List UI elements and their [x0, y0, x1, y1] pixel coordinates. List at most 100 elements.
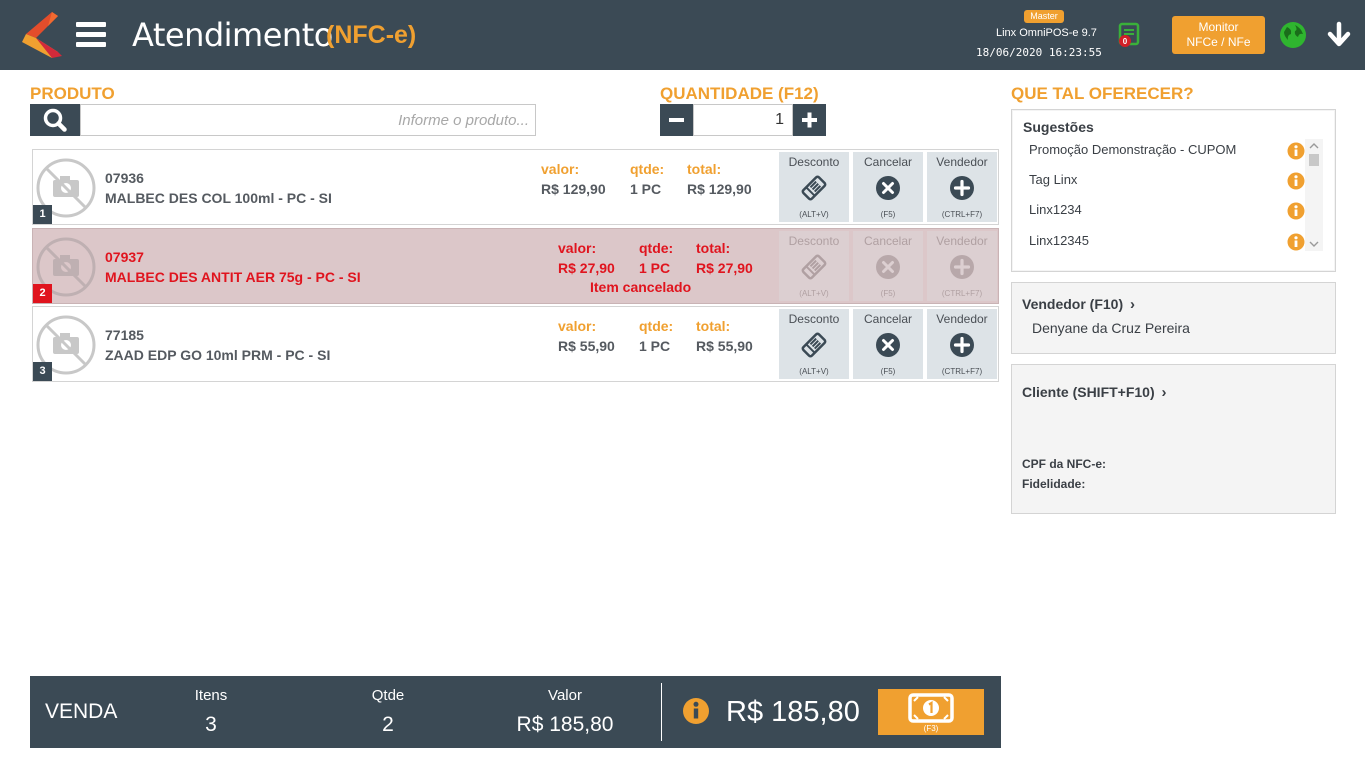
sale-label: VENDA: [45, 700, 118, 723]
qtde-label: qtde:: [639, 240, 674, 256]
globe-icon[interactable]: [1279, 21, 1307, 49]
cancel-shortcut: (F5): [880, 367, 896, 376]
valor-label: valor:: [541, 161, 580, 177]
suggestions-list: Sugestões Promoção Demonstração - CUPOM …: [1013, 111, 1334, 270]
item-qtde: 1 PC: [630, 181, 662, 197]
item-valor: R$ 129,90: [541, 181, 606, 197]
info-icon[interactable]: [682, 697, 710, 725]
plus-circle-icon: [950, 333, 974, 357]
sync-status-icon[interactable]: 0: [1116, 20, 1144, 48]
seller-title: Vendedor (F10) ›: [1022, 296, 1135, 313]
discount-shortcut: (ALT+V): [799, 210, 829, 219]
scroll-thumb[interactable]: [1309, 154, 1319, 166]
discount-shortcut: (ALT+V): [799, 289, 829, 298]
discount-button[interactable]: Desconto (ALT+V): [779, 152, 849, 222]
sync-count: 0: [1123, 37, 1128, 46]
item-name: ZAAD EDP GO 10ml PRM - PC - SI: [105, 347, 331, 363]
arrow-down-icon[interactable]: [1325, 21, 1353, 49]
item-row[interactable]: 3 77185 ZAAD EDP GO 10ml PRM - PC - SI v…: [32, 306, 999, 382]
close-circle-icon: [876, 176, 900, 200]
seller-shortcut: (CTRL+F7): [941, 289, 983, 298]
item-code: 07936: [105, 170, 144, 186]
suggestion-item[interactable]: Linx1234: [1029, 202, 1082, 217]
plus-circle-icon: [950, 255, 974, 279]
item-row-cancelled[interactable]: 2 07937 MALBEC DES ANTIT AER 75g - PC - …: [32, 228, 999, 304]
plus-circle-icon: [950, 176, 974, 200]
quantity-input[interactable]: [693, 104, 793, 136]
cancel-button[interactable]: Cancelar (F5): [853, 152, 923, 222]
qtde-label: qtde:: [639, 318, 674, 334]
search-button[interactable]: [30, 104, 80, 136]
seller-shortcut: (CTRL+F7): [941, 367, 983, 376]
monitor-line2: NFCe / NFe: [1186, 35, 1251, 49]
seller-button[interactable]: Vendedor (CTRL+F7): [927, 152, 997, 222]
monitor-button[interactable]: Monitor NFCe / NFe: [1172, 16, 1265, 54]
cancel-label: Cancelar: [863, 234, 913, 248]
total-label: total:: [696, 240, 731, 256]
offer-label: QUE TAL OFERECER?: [1011, 84, 1194, 103]
seller-title-text: Vendedor (F10): [1022, 296, 1124, 312]
sale-value-label: Valor: [548, 687, 582, 704]
suggestion-item[interactable]: Promoção Demonstração - CUPOM: [1029, 142, 1236, 157]
close-circle-icon: [876, 333, 900, 357]
client-title-text: Cliente (SHIFT+F10): [1022, 384, 1155, 400]
plus-icon: [802, 112, 817, 128]
items-count-value: 3: [205, 713, 217, 736]
seller-button[interactable]: Vendedor (CTRL+F7): [927, 309, 997, 379]
info-icon[interactable]: [1287, 233, 1305, 251]
suggestion-item[interactable]: Linx12345: [1029, 233, 1089, 248]
pay-button[interactable]: (F3): [878, 689, 984, 735]
cash-icon: [908, 693, 954, 723]
seller-label: Vendedor: [936, 234, 988, 248]
cancel-label: Cancelar: [863, 155, 913, 169]
menu-icon[interactable]: [76, 22, 106, 48]
quantity-decrease-button[interactable]: [660, 104, 693, 136]
client-title: Cliente (SHIFT+F10) ›: [1022, 384, 1167, 401]
ticket-icon: [801, 254, 827, 280]
divider: [661, 683, 662, 741]
master-badge: Master: [1024, 10, 1064, 23]
item-code: 77185: [105, 327, 144, 343]
sale-value: R$ 185,80: [516, 713, 614, 736]
total-label: total:: [687, 161, 722, 177]
item-total: R$ 55,90: [696, 338, 753, 354]
scroll-up-icon[interactable]: [1305, 140, 1323, 152]
seller-button: Vendedor (CTRL+F7): [927, 231, 997, 301]
item-total: R$ 129,90: [687, 181, 752, 197]
seller-shortcut: (CTRL+F7): [941, 210, 983, 219]
discount-label: Desconto: [788, 234, 840, 248]
cancel-button[interactable]: Cancelar (F5): [853, 309, 923, 379]
seller-label: Vendedor: [936, 155, 988, 169]
scroll-down-icon[interactable]: [1305, 238, 1323, 250]
search-icon: [43, 108, 67, 132]
items-count-label: Itens: [194, 687, 228, 704]
cancel-button: Cancelar (F5): [853, 231, 923, 301]
suggestions-scrollbar[interactable]: [1305, 139, 1323, 251]
seller-label: Vendedor: [936, 312, 988, 326]
quantity-total-value: 2: [382, 713, 394, 736]
item-valor: R$ 27,90: [558, 260, 615, 276]
item-row[interactable]: 1 07936 MALBEC DES COL 100ml - PC - SI v…: [32, 149, 999, 225]
item-qtde: 1 PC: [639, 338, 671, 354]
cancel-shortcut: (F5): [880, 289, 896, 298]
info-icon[interactable]: [1287, 142, 1305, 160]
info-icon[interactable]: [1287, 172, 1305, 190]
info-icon[interactable]: [1287, 202, 1305, 220]
product-search-input[interactable]: [80, 104, 536, 136]
item-code: 07937: [105, 249, 144, 265]
client-panel[interactable]: Cliente (SHIFT+F10) › CPF da NFC-e: Fide…: [1011, 364, 1336, 514]
suggestion-item[interactable]: Tag Linx: [1029, 172, 1077, 187]
close-circle-icon: [876, 255, 900, 279]
item-cancelled-status: Item cancelado: [590, 279, 692, 295]
total-label: total:: [696, 318, 731, 334]
linx-logo-icon: [22, 12, 62, 58]
app-version: Linx OmniPOS-e 9.7: [996, 27, 1097, 39]
ticket-icon: [801, 332, 827, 358]
qtde-label: qtde:: [630, 161, 665, 177]
discount-button[interactable]: Desconto (ALT+V): [779, 309, 849, 379]
quantity-label: QUANTIDADE (F12): [660, 84, 819, 103]
seller-panel[interactable]: Vendedor (F10) › Denyane da Cruz Pereira: [1011, 282, 1336, 354]
quantity-increase-button[interactable]: [793, 104, 826, 136]
chevron-right-icon: ›: [1130, 296, 1136, 313]
item-number: 2: [33, 284, 52, 303]
